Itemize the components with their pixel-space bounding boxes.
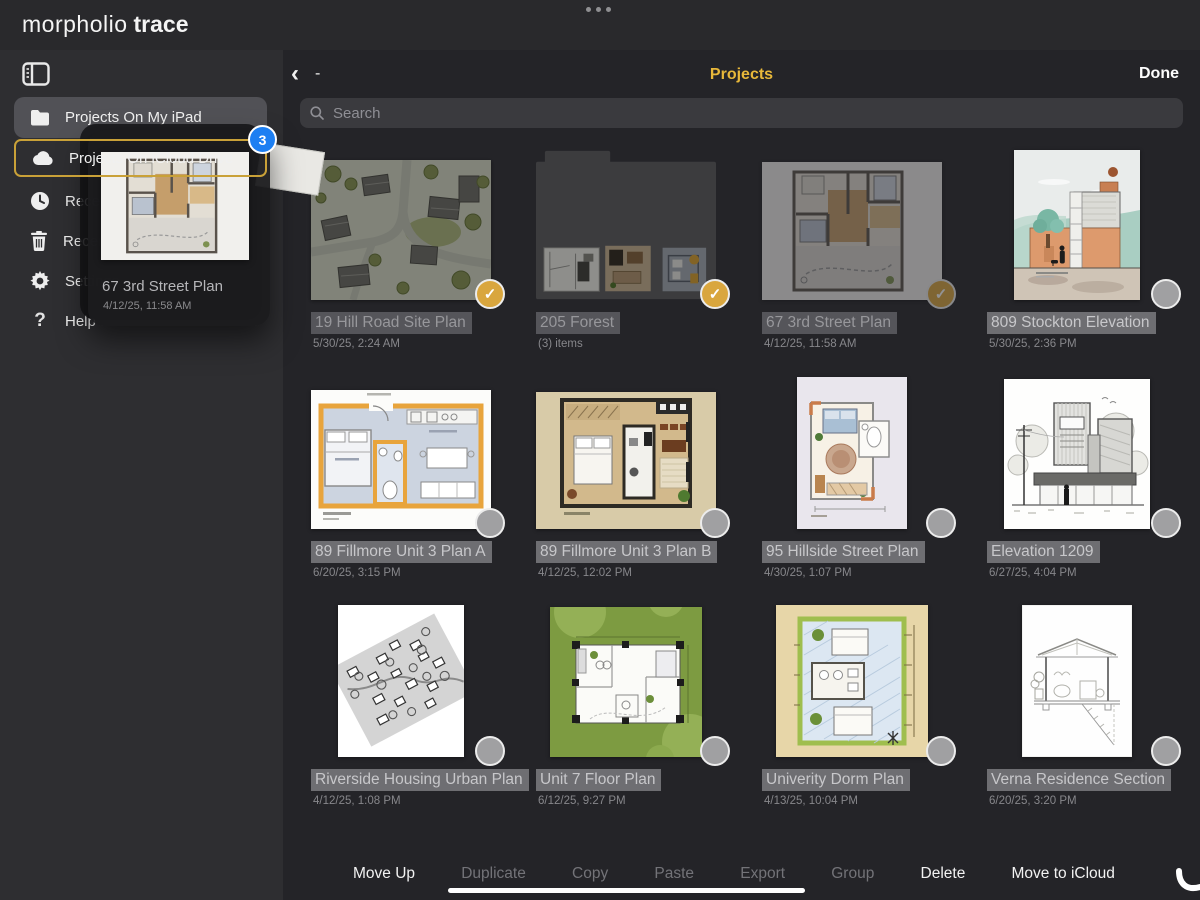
help-icon: ?	[30, 310, 50, 332]
selection-circle[interactable]	[1151, 279, 1181, 309]
page-title: Projects	[283, 66, 1200, 84]
project-date: 6/20/25, 3:15 PM	[311, 567, 491, 579]
folder-icon	[30, 109, 50, 126]
drag-count-badge: 3	[248, 125, 277, 154]
multitask-dots-icon[interactable]	[586, 7, 611, 12]
paste-button[interactable]: Paste	[654, 865, 694, 883]
done-button[interactable]: Done	[1139, 65, 1179, 83]
project-title: 89 Fillmore Unit 3 Plan B	[536, 541, 717, 563]
selection-check-icon[interactable]	[926, 279, 956, 309]
project-date: 4/12/25, 1:08 PM	[311, 795, 491, 807]
project-title: Elevation 1209	[987, 541, 1100, 563]
selection-circle[interactable]	[475, 736, 505, 766]
project-date: 4/12/25, 11:58 AM	[762, 338, 942, 350]
project-thumbnail	[311, 390, 491, 529]
delete-button[interactable]: Delete	[921, 865, 966, 883]
project-date: 6/27/25, 4:04 PM	[987, 567, 1167, 579]
project-title: 67 3rd Street Plan	[762, 312, 897, 334]
gear-icon	[30, 271, 50, 291]
app-top-bar: morpholiotrace	[0, 0, 1200, 50]
projects-panel: ‹ - Projects Done	[283, 50, 1200, 900]
clock-icon	[30, 191, 50, 211]
cloud-icon	[32, 151, 54, 166]
project-title: Verna Residence Section	[987, 769, 1171, 791]
project-tile[interactable]: 809 Stockton Elevation 5/30/25, 2:36 PM	[987, 148, 1167, 350]
drag-date: 4/12/25, 11:58 AM	[103, 300, 191, 312]
pen-swoosh-icon	[1176, 868, 1200, 896]
project-title: Univerity Dorm Plan	[762, 769, 910, 791]
project-date: 6/20/25, 3:20 PM	[987, 795, 1167, 807]
project-title: 205 Forest	[536, 312, 620, 334]
project-date: 4/13/25, 10:04 PM	[762, 795, 942, 807]
selection-circle[interactable]	[1151, 736, 1181, 766]
project-tile[interactable]: Elevation 1209 6/27/25, 4:04 PM	[987, 377, 1167, 579]
project-date: 6/12/25, 9:27 PM	[536, 795, 716, 807]
project-tile[interactable]: Univerity Dorm Plan 4/13/25, 10:04 PM	[762, 605, 942, 807]
project-title: 89 Fillmore Unit 3 Plan A	[311, 541, 492, 563]
project-tile[interactable]: 19 Hill Road Site Plan 5/30/25, 2:24 AM	[311, 148, 491, 350]
app-window: morpholiotrace Projects On My iPad Proje…	[0, 0, 1200, 900]
logo-morpholio: morpholio	[22, 11, 128, 37]
search-bar[interactable]	[300, 98, 1183, 128]
selection-circle[interactable]	[926, 736, 956, 766]
project-tile[interactable]: 95 Hillside Street Plan 4/30/25, 1:07 PM	[762, 377, 942, 579]
project-tile[interactable]: 89 Fillmore Unit 3 Plan A 6/20/25, 3:15 …	[311, 377, 491, 579]
project-thumbnail	[776, 605, 928, 757]
selection-circle[interactable]	[926, 508, 956, 538]
selection-circle[interactable]	[1151, 508, 1181, 538]
selection-check-icon[interactable]	[700, 279, 730, 309]
sidebar-item-label: Projects On iCloud Drive	[69, 150, 233, 167]
project-tile[interactable]: 89 Fillmore Unit 3 Plan B 4/12/25, 12:02…	[536, 377, 716, 579]
app-logo: morpholiotrace	[22, 11, 188, 38]
project-tile[interactable]: Riverside Housing Urban Plan 4/12/25, 1:…	[311, 605, 491, 807]
project-thumbnail	[311, 160, 491, 300]
project-thumbnail	[536, 392, 716, 529]
trash-icon	[30, 231, 48, 251]
project-thumbnail	[550, 607, 702, 757]
project-title: Unit 7 Floor Plan	[536, 769, 661, 791]
project-title: Riverside Housing Urban Plan	[311, 769, 529, 791]
project-thumbnail	[1004, 379, 1150, 529]
export-button[interactable]: Export	[740, 865, 785, 883]
project-folder-tile[interactable]: 205 Forest (3) items	[536, 148, 716, 350]
move-up-button[interactable]: Move Up	[353, 865, 415, 883]
sidebar-toggle-icon[interactable]	[22, 62, 50, 86]
project-title: 19 Hill Road Site Plan	[311, 312, 472, 334]
folder-thumbnail	[536, 150, 716, 300]
selection-circle[interactable]	[700, 736, 730, 766]
project-title: 809 Stockton Elevation	[987, 312, 1156, 334]
project-date: 4/30/25, 1:07 PM	[762, 567, 942, 579]
logo-trace: trace	[134, 11, 189, 37]
selection-circle[interactable]	[475, 508, 505, 538]
project-thumbnail	[762, 162, 942, 300]
copy-button[interactable]: Copy	[572, 865, 608, 883]
project-tile[interactable]: Verna Residence Section 6/20/25, 3:20 PM	[987, 605, 1167, 807]
project-tile[interactable]: Unit 7 Floor Plan 6/12/25, 9:27 PM	[536, 605, 716, 807]
drag-title: 67 3rd Street Plan	[102, 278, 223, 295]
project-count: (3) items	[536, 338, 716, 350]
selection-circle[interactable]	[700, 508, 730, 538]
project-thumbnail	[1014, 150, 1140, 300]
move-to-icloud-button[interactable]: Move to iCloud	[1012, 865, 1115, 883]
search-input[interactable]	[331, 104, 1173, 123]
project-date: 4/12/25, 12:02 PM	[536, 567, 716, 579]
project-thumbnail	[797, 377, 907, 529]
home-indicator[interactable]	[448, 888, 805, 893]
project-thumbnail	[1022, 605, 1132, 757]
project-tile[interactable]: 67 3rd Street Plan 4/12/25, 11:58 AM	[762, 148, 942, 350]
duplicate-button[interactable]: Duplicate	[461, 865, 526, 883]
project-date: 5/30/25, 2:24 AM	[311, 338, 491, 350]
project-title: 95 Hillside Street Plan	[762, 541, 925, 563]
group-button[interactable]: Group	[831, 865, 874, 883]
selection-check-icon[interactable]	[475, 279, 505, 309]
bottom-toolbar: Move Up Duplicate Copy Paste Export Grou…	[353, 865, 1115, 883]
sidebar-item-projects-icloud[interactable]: Projects On iCloud Drive	[14, 139, 267, 177]
project-thumbnail	[338, 605, 464, 757]
search-icon	[310, 106, 324, 120]
project-date: 5/30/25, 2:36 PM	[987, 338, 1167, 350]
